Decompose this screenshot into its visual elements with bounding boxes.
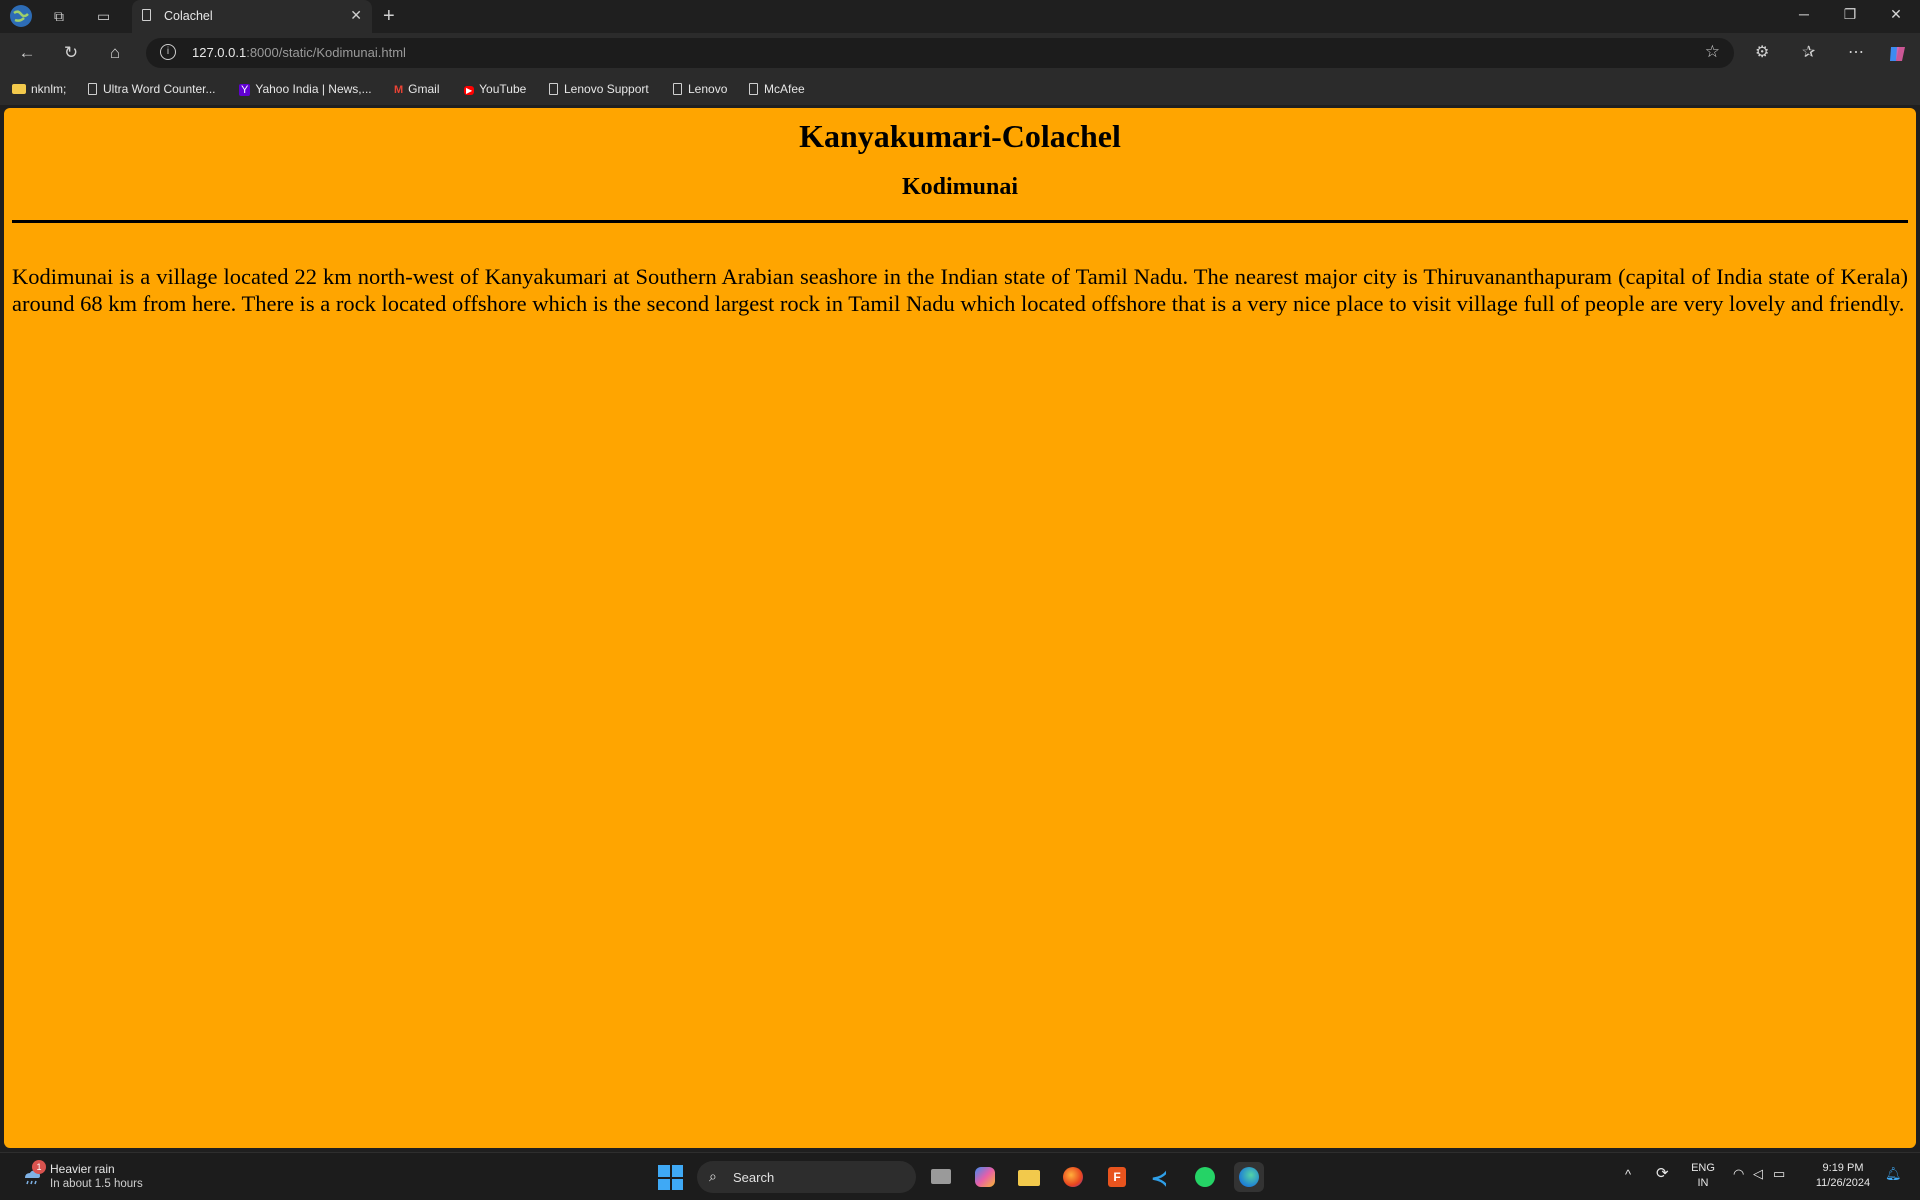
whatsapp-icon[interactable] [1190,1162,1220,1192]
address-bar[interactable]: i 127.0.0.1:8000/static/Kodimunai.html ☆ [146,38,1734,68]
page-icon [142,9,151,21]
bookmark-ultra-word-counter[interactable]: Ultra Word Counter... [88,82,216,96]
yahoo-icon: Y [239,84,251,96]
copilot-icon[interactable] [1887,43,1909,65]
extensions-icon[interactable]: ⚙ [1755,42,1769,62]
minimize-icon[interactable]: ─ [1781,6,1827,22]
taskbar: 1 Heavier rain In about 1.5 hours ⌕ Sear… [0,1152,1920,1200]
browser-title-bar: ⧉ ▭ Colachel ✕ + ─ ❐ ✕ [0,0,1920,33]
description-paragraph: Kodimunai is a village located 22 km nor… [12,264,1908,316]
edge-icon[interactable] [1234,1162,1264,1192]
search-label: Search [733,1170,775,1185]
wifi-icon[interactable]: ◠ [1733,1166,1744,1181]
site-info-icon[interactable]: i [160,44,176,60]
bookmark-lenovo[interactable]: Lenovo [673,82,727,96]
profile-globe-icon[interactable] [9,4,33,28]
page-icon [673,83,682,95]
language-indicator[interactable]: ENG IN [1690,1161,1716,1191]
new-tab-icon[interactable]: + [383,5,395,28]
favorite-star-icon[interactable]: ☆ [1705,42,1720,62]
vscode-icon[interactable]: ≺ [1146,1162,1176,1192]
close-window-icon[interactable]: ✕ [1873,6,1919,23]
battery-icon[interactable]: ▭ [1773,1166,1785,1181]
bookmark-gmail[interactable]: M Gmail [394,82,440,96]
youtube-icon: ▶ [464,86,475,95]
page-icon [749,83,758,95]
page-viewport: Kanyakumari-Colachel Kodimunai Kodimunai… [4,108,1916,1148]
favorites-icon[interactable]: ✰ [1802,42,1815,62]
show-hidden-icons-icon[interactable]: ^ [1625,1167,1631,1182]
back-icon[interactable]: ← [15,43,39,63]
page-icon [88,83,97,95]
sync-icon[interactable]: ⟳ [1656,1166,1669,1181]
bookmark-mcafee[interactable]: McAfee [749,82,805,96]
divider [12,220,1908,223]
bookmarks-bar: nknlm; Ultra Word Counter... Y Yahoo Indi… [0,75,1920,105]
home-icon[interactable]: ⌂ [103,43,127,63]
bookmark-youtube[interactable]: ▶ YouTube [464,82,526,96]
firefox-icon[interactable] [1058,1162,1088,1192]
clock[interactable]: 9:19 PM 11/26/2024 [1808,1161,1878,1191]
task-view-icon[interactable] [926,1162,956,1192]
windows-start-icon[interactable] [658,1165,684,1191]
navigation-bar: ← ↻ ⌂ i 127.0.0.1:8000/static/Kodimunai.… [0,33,1920,75]
more-menu-icon[interactable]: ⋯ [1848,42,1864,62]
page-subtitle: Kodimunai [901,174,1019,200]
volume-icon[interactable]: ◁ [1753,1166,1763,1181]
url-text[interactable]: 127.0.0.1:8000/static/Kodimunai.html [192,45,406,60]
weather-subtitle: In about 1.5 hours [50,1178,143,1190]
page-title: Kanyakumari-Colachel [799,118,1121,154]
restore-icon[interactable]: ❐ [1827,6,1873,23]
folder-icon [12,84,26,94]
bookmark-lenovo-support[interactable]: Lenovo Support [549,82,649,96]
refresh-icon[interactable]: ↻ [59,43,83,63]
close-tab-icon[interactable]: ✕ [350,7,362,24]
taskbar-search[interactable]: ⌕ Search [697,1161,916,1193]
weather-alert-badge: 1 [32,1160,46,1174]
copilot-app-icon[interactable] [970,1162,1000,1192]
notifications-bell-icon[interactable]: 🔔︎ [1885,1166,1902,1181]
file-explorer-icon[interactable] [1014,1162,1044,1192]
tab-colachel[interactable]: Colachel ✕ [132,0,372,33]
filezilla-icon[interactable]: F [1102,1162,1132,1192]
vertical-tabs-icon[interactable]: ▭ [97,8,110,25]
workspaces-icon[interactable]: ⧉ [54,8,64,25]
search-icon: ⌕ [709,1168,717,1184]
bookmark-folder-nknlm[interactable]: nknlm; [12,82,66,96]
weather-title: Heavier rain [50,1162,115,1176]
page-icon [549,83,558,95]
tab-title: Colachel [164,9,213,23]
gmail-icon: M [394,84,404,96]
bookmark-yahoo-india[interactable]: Y Yahoo India | News,... [239,82,372,96]
